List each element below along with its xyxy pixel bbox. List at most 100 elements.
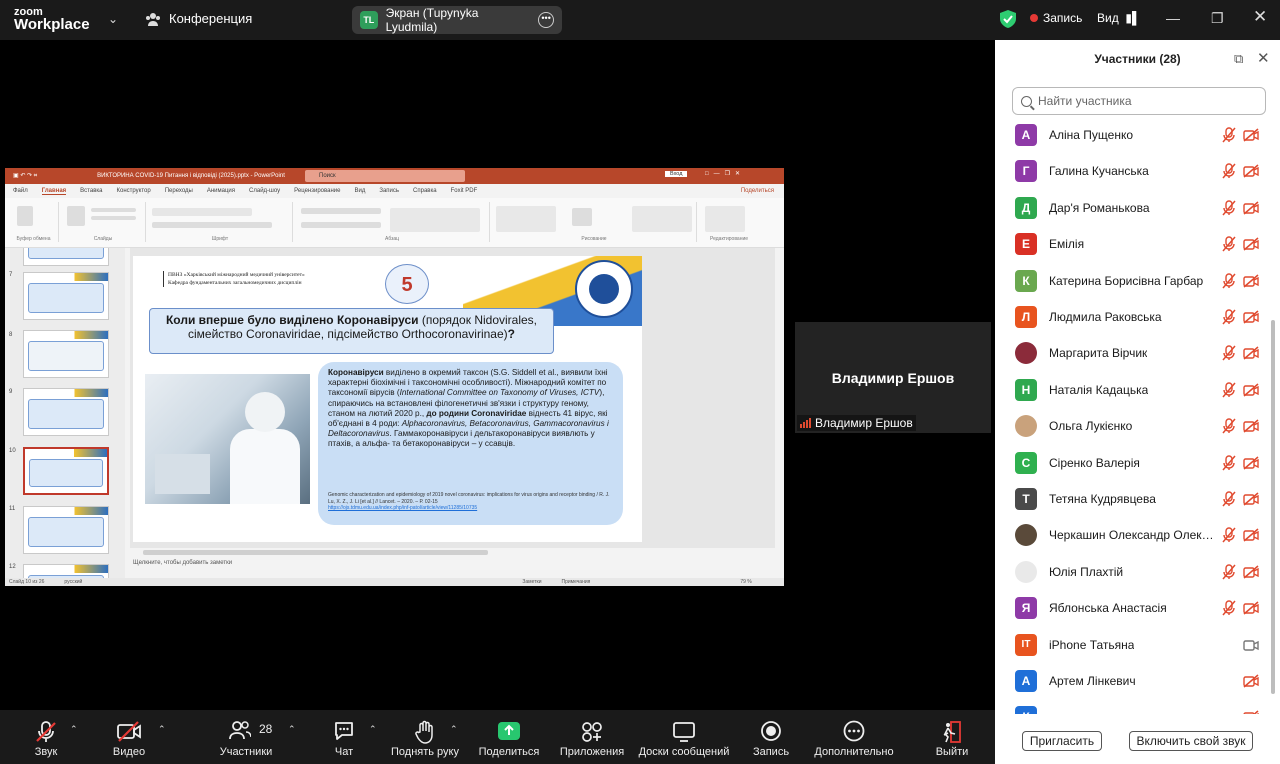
minimize-icon[interactable]: —	[1166, 10, 1180, 26]
participant-name: Тетяна Кудрявцева	[1049, 492, 1156, 506]
more-options-icon[interactable]: •••	[538, 12, 554, 28]
audio-button[interactable]: Звук	[22, 710, 70, 764]
participant-row[interactable]: Т Тетяна Кудрявцева	[995, 481, 1267, 517]
close-window-icon[interactable]: ✕	[1253, 7, 1267, 27]
participant-row[interactable]: Черкашин Олександр Олекса...	[995, 517, 1267, 553]
ribbon-group-font[interactable]: Шрифт	[148, 202, 293, 242]
ppt-tab[interactable]: Справка	[413, 188, 437, 194]
share-screen-button[interactable]: Поделиться	[476, 710, 542, 764]
participant-row[interactable]: Маргарита Вірчик	[995, 335, 1267, 371]
participant-row[interactable]: Г Галина Кучанська	[995, 153, 1267, 189]
screen-share-indicator[interactable]: TL Экран (Tupynyka Lyudmila) •••	[352, 6, 562, 34]
ppt-window-controls[interactable]: □ — ❐ ✕	[705, 170, 740, 177]
reference-link[interactable]: https://ojs.tdmu.edu.ua/index.php/inf-pa…	[328, 505, 613, 512]
comments-toggle[interactable]: Примечания	[561, 579, 590, 585]
participants-button[interactable]: Участники	[216, 710, 276, 764]
chevron-down-icon[interactable]: ⌄	[108, 12, 118, 26]
ribbon-group-editing[interactable]: Редактирование	[699, 202, 759, 242]
unmute-myself-button[interactable]: Включить свой звук	[1129, 731, 1253, 751]
participant-search[interactable]	[1012, 87, 1266, 115]
recording-indicator[interactable]: Запись	[1030, 11, 1082, 25]
invite-button[interactable]: Пригласить	[1022, 731, 1102, 751]
ribbon-group-slides[interactable]: Слайды	[61, 202, 146, 242]
conference-info[interactable]: Конференция	[145, 11, 252, 26]
leave-button[interactable]: Выйти	[933, 710, 971, 764]
speaker-video-tile[interactable]: Владимир Ершов Владимир Ершов	[795, 322, 991, 433]
security-shield-icon[interactable]	[1000, 10, 1016, 28]
chat-button[interactable]: Чат	[322, 710, 366, 764]
screen-share-label: Экран (Tupynyka Lyudmila)	[385, 6, 479, 34]
raise-hand-button[interactable]: Поднять руку	[388, 710, 462, 764]
ppt-share-button[interactable]: Поделиться	[741, 188, 774, 194]
ppt-tab[interactable]: Анимация	[207, 188, 235, 194]
ppt-tab[interactable]: Запись	[379, 188, 399, 194]
apps-button[interactable]: Приложения	[556, 710, 628, 764]
slide-editor[interactable]: ПВНЗ «Харківський міжнародний медичний у…	[130, 248, 775, 548]
view-menu[interactable]: Вид ▮▌	[1097, 11, 1141, 25]
restore-icon[interactable]: ❐	[1211, 10, 1224, 27]
ribbon-group-drawing[interactable]: Рисование	[492, 202, 697, 242]
slide-thumbnail[interactable]	[23, 388, 109, 436]
video-on-icon	[1243, 638, 1259, 652]
participant-row[interactable]: К Катерина Борисівна Гарбар	[995, 263, 1267, 299]
participant-row[interactable]: Л Людмила Раковська	[995, 299, 1267, 335]
slide-thumbnail[interactable]	[23, 506, 109, 554]
notes-placeholder[interactable]: Щелкните, чтобы добавить заметки	[133, 560, 232, 566]
powerpoint-window[interactable]: ▣ ↶ ↷ ⌗ ВИКТОРИНА COVID-19 Питання і від…	[5, 168, 784, 586]
ppt-tab[interactable]: Рецензирование	[294, 188, 340, 194]
popout-icon[interactable]: ⧉	[1234, 51, 1243, 67]
ppt-tab[interactable]: Слайд-шоу	[249, 188, 280, 194]
participant-row[interactable]: Ольга Лукієнко	[995, 408, 1267, 444]
ppt-tab[interactable]: Конструктор	[116, 188, 150, 194]
participants-caret-icon[interactable]: ⌃	[288, 724, 296, 735]
ppt-horizontal-scrollbar[interactable]	[133, 549, 773, 556]
whiteboards-button[interactable]: Доски сообщений	[636, 710, 732, 764]
audio-caret-icon[interactable]: ⌃	[70, 724, 78, 735]
close-panel-icon[interactable]: ✕	[1257, 49, 1270, 67]
participant-row[interactable]: С Сіренко Валерія	[995, 445, 1267, 481]
video-button[interactable]: Видео	[105, 710, 153, 764]
participant-name: Яблонська Анастасія	[1049, 601, 1167, 616]
slide-thumbnail-selected[interactable]	[23, 447, 109, 495]
participant-row[interactable]: Н Наталія Кадацька	[995, 372, 1267, 408]
slide-thumbnail[interactable]	[23, 330, 109, 378]
participant-row[interactable]: К	[995, 699, 1267, 714]
raise-hand-caret-icon[interactable]: ⌃	[450, 724, 458, 735]
ppt-tab[interactable]: Переходы	[165, 188, 193, 194]
ppt-tab[interactable]: Foxit PDF	[451, 188, 478, 194]
record-button[interactable]: Запись	[748, 710, 794, 764]
participant-row[interactable]: А Артем Лінкевич	[995, 663, 1267, 699]
participant-search-input[interactable]	[1038, 94, 1238, 108]
video-off-icon	[1243, 128, 1259, 142]
participant-name: Ольга Лукієнко	[1049, 419, 1133, 434]
ppt-tab[interactable]: Вид	[354, 188, 365, 194]
video-caret-icon[interactable]: ⌃	[158, 724, 166, 735]
participant-row[interactable]: Д Дар'я Романькова	[995, 190, 1267, 226]
participant-list[interactable]: А Аліна Пущенко Г Галина Кучанська Д Дар'я Ро…	[995, 116, 1267, 714]
ppt-login-button[interactable]: Вход	[665, 171, 688, 177]
slide-thumbnail[interactable]	[23, 564, 109, 578]
slide-thumbnails[interactable]: 7 8 9 10 11 12	[5, 248, 125, 578]
muted-mic-icon	[1222, 163, 1236, 179]
participant-row[interactable]: Я Яблонська Анастасія	[995, 590, 1267, 626]
share-screen-icon	[498, 722, 520, 740]
slide-thumbnail[interactable]	[23, 272, 109, 320]
participant-row[interactable]: Е Емілія	[995, 226, 1267, 262]
participant-row[interactable]: А Аліна Пущенко	[995, 117, 1267, 153]
more-button[interactable]: Дополнительно	[812, 710, 896, 764]
zoom-level[interactable]: 79 %	[740, 579, 751, 585]
ribbon-group-paragraph[interactable]: Абзац	[295, 202, 490, 242]
ppt-tab[interactable]: Файл	[13, 188, 28, 194]
chat-caret-icon[interactable]: ⌃	[369, 724, 377, 735]
ppt-quick-access-icons[interactable]: ▣ ↶ ↷ ⌗	[13, 172, 37, 180]
participant-row[interactable]: IT iPhone Татьяна	[995, 627, 1267, 663]
notes-toggle[interactable]: Заметки	[522, 579, 541, 585]
ppt-tab-home[interactable]: Главная	[41, 188, 67, 195]
ppt-search-box[interactable]: Поиск	[305, 170, 465, 182]
participant-row[interactable]: Юлія Плахтій	[995, 554, 1267, 590]
participant-list-scrollbar[interactable]	[1270, 118, 1276, 714]
ribbon-group-clipboard[interactable]: Буфер обмена	[9, 202, 59, 242]
slide-thumbnail[interactable]	[23, 248, 109, 266]
ppt-tab[interactable]: Вставка	[80, 188, 102, 194]
current-slide[interactable]: ПВНЗ «Харківський міжнародний медичний у…	[133, 256, 642, 542]
